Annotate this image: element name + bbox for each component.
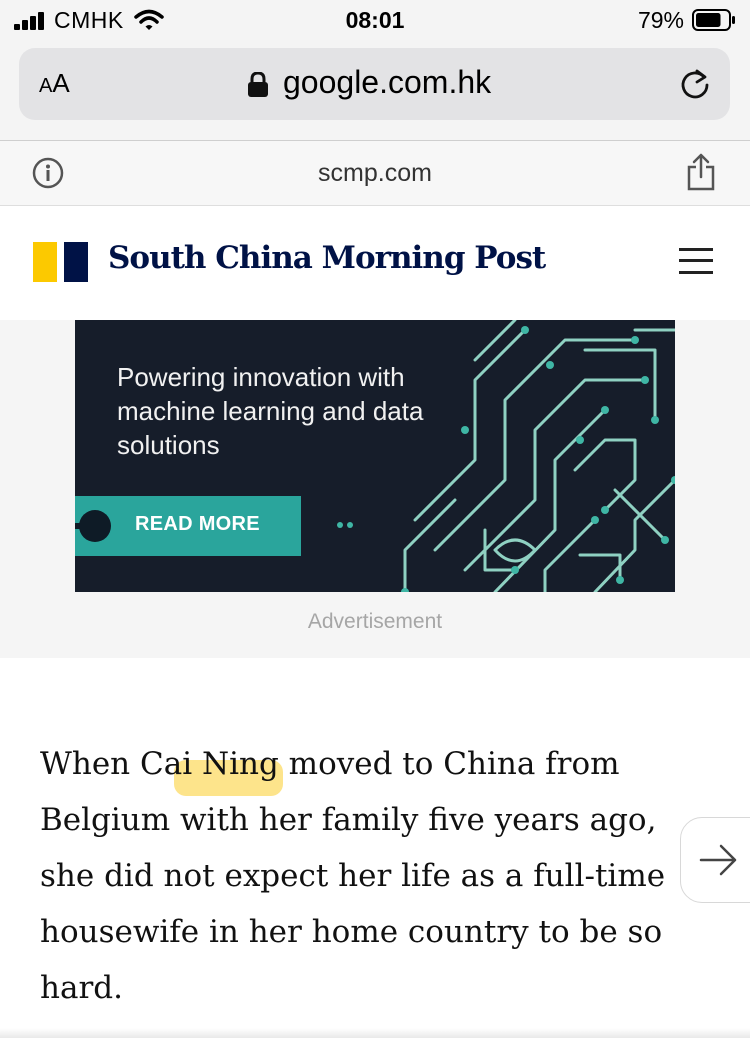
url-text[interactable]: google.com.hk — [283, 64, 491, 101]
read-more-button[interactable]: READ MORE — [75, 496, 301, 556]
site-domain: scmp.com — [318, 159, 432, 187]
site-info-bar: scmp.com — [0, 141, 750, 206]
site-header: South China Morning Post — [0, 206, 750, 320]
share-icon[interactable] — [686, 153, 716, 191]
text-size-button[interactable]: AA — [39, 68, 70, 99]
next-article-button[interactable] — [680, 817, 750, 903]
address-bar[interactable]: AA google.com.hk — [19, 48, 730, 120]
reload-icon[interactable] — [678, 68, 712, 102]
ad-label: Advertisement — [307, 610, 443, 633]
arrow-right-icon — [699, 844, 737, 876]
logo-navy-block — [64, 242, 88, 282]
ad-container: Powering innovation with machine learnin… — [0, 320, 750, 658]
battery-percent: 79% — [637, 7, 684, 33]
bottom-edge — [0, 1028, 750, 1038]
ad-headline: Powering innovation with machine learnin… — [117, 362, 424, 460]
hamburger-menu-icon[interactable] — [679, 248, 713, 274]
browser-toolbar: AA google.com.hk — [0, 40, 750, 141]
read-more-label: READ MORE — [135, 513, 260, 535]
highlighted-name: ai Ning — [163, 746, 279, 782]
battery-icon — [692, 9, 735, 31]
ad-banner[interactable]: Powering innovation with machine learnin… — [75, 320, 675, 592]
article-paragraph: When Cai Ning moved to China from Belgiu… — [40, 746, 666, 1006]
logo-yellow-block — [33, 242, 57, 282]
status-bar: CMHK 08:01 79% — [0, 0, 750, 40]
scmp-logo[interactable] — [33, 242, 89, 282]
brand-name[interactable]: South China Morning Post — [108, 240, 546, 276]
lock-icon — [248, 72, 268, 97]
